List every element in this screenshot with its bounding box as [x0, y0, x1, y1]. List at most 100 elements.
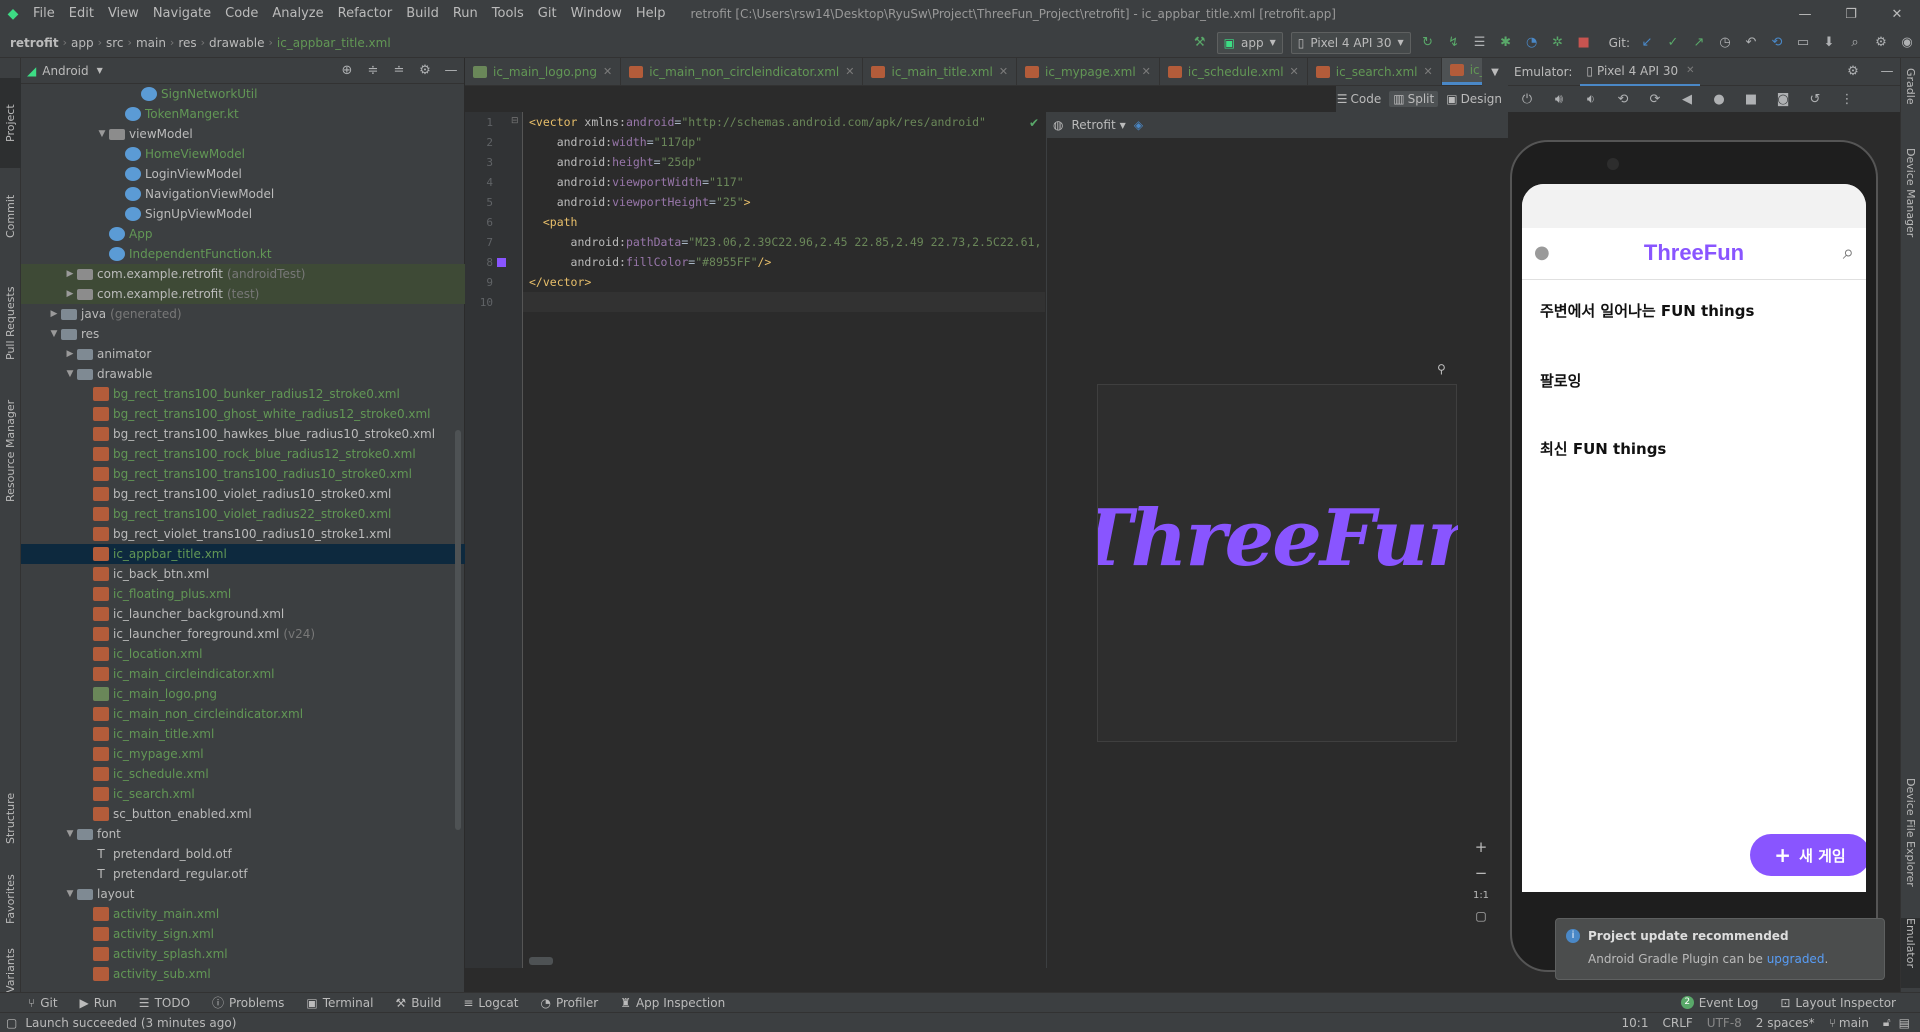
power-icon[interactable]: ⏻: [1514, 88, 1540, 110]
indent-setting[interactable]: 2 spaces*: [1756, 1016, 1815, 1030]
inspection-ok-icon[interactable]: ✔: [1029, 116, 1039, 130]
tree-item[interactable]: bg_rect_trans100_trans100_radius10_strok…: [21, 464, 465, 484]
tree-item[interactable]: ic_main_circleindicator.xml: [21, 664, 465, 684]
tree-item[interactable]: ic_floating_plus.xml: [21, 584, 465, 604]
tree-item[interactable]: ▶ com.example.retrofit (androidTest): [21, 264, 465, 284]
breadcrumb-item[interactable]: main: [132, 36, 170, 50]
close-tab-icon[interactable]: ✕: [845, 65, 854, 78]
snapshot-icon[interactable]: ↺: [1802, 88, 1828, 110]
rerun-icon[interactable]: ☰: [1467, 32, 1493, 54]
hammer-build-icon[interactable]: ⚒: [1187, 32, 1213, 54]
tree-item[interactable]: TokenManger.kt: [21, 104, 465, 124]
close-tab-icon[interactable]: ✕: [603, 65, 612, 78]
more-options-icon[interactable]: ⋮: [1834, 88, 1860, 110]
design-mode-button[interactable]: ▣ Design: [1446, 92, 1502, 106]
sync-gradle-icon[interactable]: ⟲: [1764, 32, 1790, 54]
tree-item[interactable]: ic_search.xml: [21, 784, 465, 804]
tree-item[interactable]: ▼ layout: [21, 884, 465, 904]
tree-item[interactable]: ic_back_btn.xml: [21, 564, 465, 584]
chevron-down-icon[interactable]: ▼: [97, 66, 103, 75]
code-editor[interactable]: ✔ <vector xmlns:android="http://schemas.…: [523, 112, 1045, 968]
tree-item[interactable]: activity_sub.xml: [21, 964, 465, 984]
git-update-icon[interactable]: ↙: [1634, 32, 1660, 54]
fold-icon[interactable]: ⊟: [511, 116, 519, 126]
tree-scrollbar[interactable]: [455, 430, 461, 830]
home-icon[interactable]: ●: [1706, 88, 1732, 110]
tree-item[interactable]: bg_rect_trans100_rock_blue_radius12_stro…: [21, 444, 465, 464]
close-tab-icon[interactable]: ✕: [1290, 65, 1299, 78]
menu-analyze[interactable]: Analyze: [265, 0, 330, 28]
zoom-actual-button[interactable]: 1:1: [1473, 890, 1489, 901]
zoom-out-icon[interactable]: −: [1475, 864, 1488, 882]
breadcrumb-item[interactable]: src: [102, 36, 128, 50]
menu-window[interactable]: Window: [564, 0, 629, 28]
tree-item[interactable]: ic_launcher_background.xml: [21, 604, 465, 624]
tree-item[interactable]: HomeViewModel: [21, 144, 465, 164]
chevron-down-icon[interactable]: ▼: [95, 124, 109, 144]
close-tab-icon[interactable]: ✕: [1424, 65, 1433, 78]
tabs-overflow-icon[interactable]: ▼: [1482, 58, 1508, 86]
tree-item[interactable]: bg_rect_trans100_ghost_white_radius12_st…: [21, 404, 465, 424]
rotate-left-icon[interactable]: ⟲: [1610, 88, 1636, 110]
layers-icon[interactable]: ◈: [1134, 118, 1143, 132]
project-view-select[interactable]: Android: [42, 64, 88, 78]
update-notification[interactable]: i Project update recommended Android Gra…: [1555, 918, 1885, 980]
stop-icon[interactable]: ■: [1571, 32, 1597, 54]
tree-item[interactable]: bg_rect_trans100_violet_radius10_stroke0…: [21, 484, 465, 504]
collapse-all-icon[interactable]: ≐: [386, 60, 412, 82]
tool-logcat[interactable]: ≡ Logcat: [463, 996, 518, 1010]
chevron-down-icon[interactable]: ▼: [47, 324, 61, 344]
chevron-down-icon[interactable]: ▼: [63, 824, 77, 844]
search-icon[interactable]: ⌕: [1842, 32, 1868, 54]
theme-select[interactable]: Retrofit: [1071, 118, 1115, 132]
breadcrumb-item[interactable]: drawable: [205, 36, 268, 50]
editor-h-scrollbar[interactable]: [529, 957, 553, 965]
tree-item[interactable]: ▶ animator: [21, 344, 465, 364]
tree-item[interactable]: activity_sign.xml: [21, 924, 465, 944]
tool-tab-gradle[interactable]: Gradle: [1901, 68, 1920, 128]
tool-terminal[interactable]: ▣ Terminal: [306, 996, 373, 1010]
emulator-hide-icon[interactable]: —: [1874, 61, 1900, 83]
editor-tab[interactable]: ic_schedule.xml ✕: [1160, 58, 1308, 85]
pin-icon[interactable]: ⚲: [1437, 362, 1446, 376]
tree-item[interactable]: ▼ drawable: [21, 364, 465, 384]
tool-tab-device-file-explorer[interactable]: Device File Explorer: [1901, 778, 1920, 908]
menu-run[interactable]: Run: [446, 0, 485, 28]
profile-icon[interactable]: ◔: [1519, 32, 1545, 54]
editor-tab[interactable]: ic_appbar_title.xml✕: [1441, 58, 1482, 85]
breadcrumb-item[interactable]: ic_appbar_title.xml: [273, 36, 395, 50]
caret-position[interactable]: 10:1: [1622, 1016, 1649, 1030]
menu-view[interactable]: View: [101, 0, 146, 28]
menu-git[interactable]: Git: [531, 0, 564, 28]
tool-problems[interactable]: ⓘ Problems: [212, 994, 284, 1011]
breadcrumb-item[interactable]: app: [67, 36, 98, 50]
chevron-right-icon[interactable]: ▶: [63, 344, 77, 364]
tree-item[interactable]: ▶ java (generated): [21, 304, 465, 324]
close-window-icon[interactable]: ✕: [1874, 7, 1920, 22]
emulator-device-tab[interactable]: ▯ Pixel 4 API 30 ✕: [1580, 58, 1701, 86]
close-tab-icon[interactable]: ✕: [1142, 65, 1151, 78]
menu-edit[interactable]: Edit: [62, 0, 101, 28]
expand-all-icon[interactable]: ≑: [360, 60, 386, 82]
hide-panel-icon[interactable]: —: [438, 60, 464, 82]
minimize-icon[interactable]: —: [1782, 7, 1828, 22]
menu-refactor[interactable]: Refactor: [331, 0, 400, 28]
zoom-fit-icon[interactable]: ▢: [1475, 909, 1486, 923]
tool-run[interactable]: ▶ Run: [80, 996, 117, 1010]
tree-item[interactable]: App: [21, 224, 465, 244]
tree-item[interactable]: ic_location.xml: [21, 644, 465, 664]
git-branch[interactable]: ⑂ main: [1829, 1016, 1869, 1030]
volume-up-icon[interactable]: 🔊︎: [1546, 88, 1572, 110]
file-encoding[interactable]: UTF-8: [1707, 1016, 1742, 1030]
tool-build[interactable]: ⚒ Build: [395, 996, 441, 1010]
menu-code[interactable]: Code: [218, 0, 265, 28]
tool-tab-device-manager[interactable]: Device Manager: [1901, 148, 1920, 258]
memory-indicator-icon[interactable]: ▤: [1899, 1016, 1910, 1030]
git-history-icon[interactable]: ◷: [1712, 32, 1738, 54]
tree-item[interactable]: activity_splash.xml: [21, 944, 465, 964]
device-select[interactable]: ▯ Pixel 4 API 30 ▼: [1290, 31, 1411, 54]
tree-item[interactable]: bg_rect_violet_trans100_radius10_stroke1…: [21, 524, 465, 544]
debug-icon[interactable]: ✱: [1493, 32, 1519, 54]
back-icon[interactable]: ◀: [1674, 88, 1700, 110]
search-icon[interactable]: ⌕: [1843, 240, 1854, 264]
